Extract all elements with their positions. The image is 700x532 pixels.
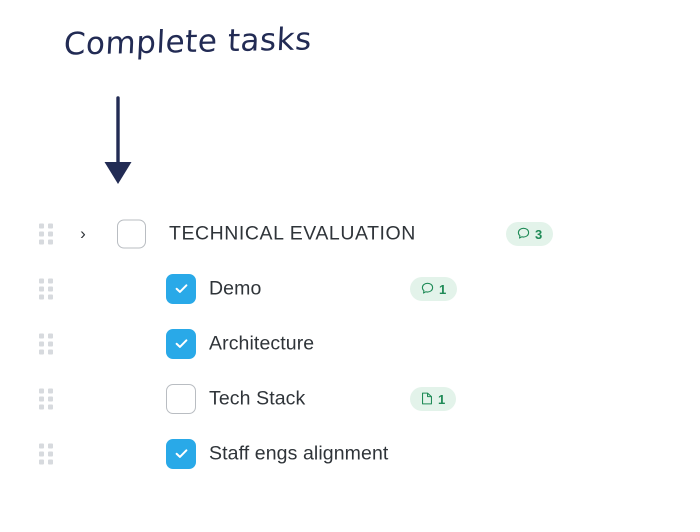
task-label: Demo bbox=[209, 277, 262, 299]
task-label: Tech Stack bbox=[209, 387, 306, 409]
drag-handle-icon[interactable] bbox=[39, 333, 55, 354]
checkbox-checked[interactable] bbox=[166, 438, 196, 469]
drag-handle-icon[interactable] bbox=[39, 443, 55, 464]
badge-count: 1 bbox=[438, 391, 446, 407]
checkbox-checked[interactable] bbox=[166, 273, 196, 304]
task-row[interactable]: Tech Stack 1 bbox=[0, 371, 700, 426]
comment-icon bbox=[517, 227, 530, 240]
task-label: Architecture bbox=[209, 332, 315, 354]
checkbox-checked[interactable] bbox=[166, 328, 196, 359]
drag-handle-icon[interactable] bbox=[39, 223, 55, 244]
annotation-note: Complete tasks bbox=[62, 21, 313, 63]
task-row[interactable]: Staff engs alignment bbox=[0, 426, 700, 481]
badge-count: 3 bbox=[535, 226, 543, 242]
badge-document-count[interactable]: 1 bbox=[410, 386, 457, 411]
task-row[interactable]: Demo 1 bbox=[0, 261, 700, 316]
task-label: TECHNICAL EVALUATION bbox=[169, 222, 416, 244]
comment-icon bbox=[421, 282, 434, 295]
task-label: Staff engs alignment bbox=[209, 442, 389, 464]
drag-handle-icon[interactable] bbox=[39, 388, 55, 409]
drag-handle-icon[interactable] bbox=[39, 278, 55, 299]
chevron-right-icon[interactable]: › bbox=[74, 225, 92, 243]
badge-count: 1 bbox=[439, 281, 447, 297]
checkbox-unchecked[interactable] bbox=[166, 383, 196, 414]
task-row[interactable]: Architecture bbox=[0, 316, 700, 371]
badge-comment-count[interactable]: 1 bbox=[410, 276, 458, 301]
task-list: › TECHNICAL EVALUATION 3 Demo 1 Architecture T… bbox=[0, 206, 700, 481]
checkbox-unchecked[interactable] bbox=[117, 219, 146, 248]
document-icon bbox=[421, 392, 433, 405]
badge-comment-count[interactable]: 3 bbox=[506, 221, 554, 246]
task-row[interactable]: › TECHNICAL EVALUATION 3 bbox=[0, 206, 700, 261]
down-arrow-icon bbox=[96, 96, 140, 188]
